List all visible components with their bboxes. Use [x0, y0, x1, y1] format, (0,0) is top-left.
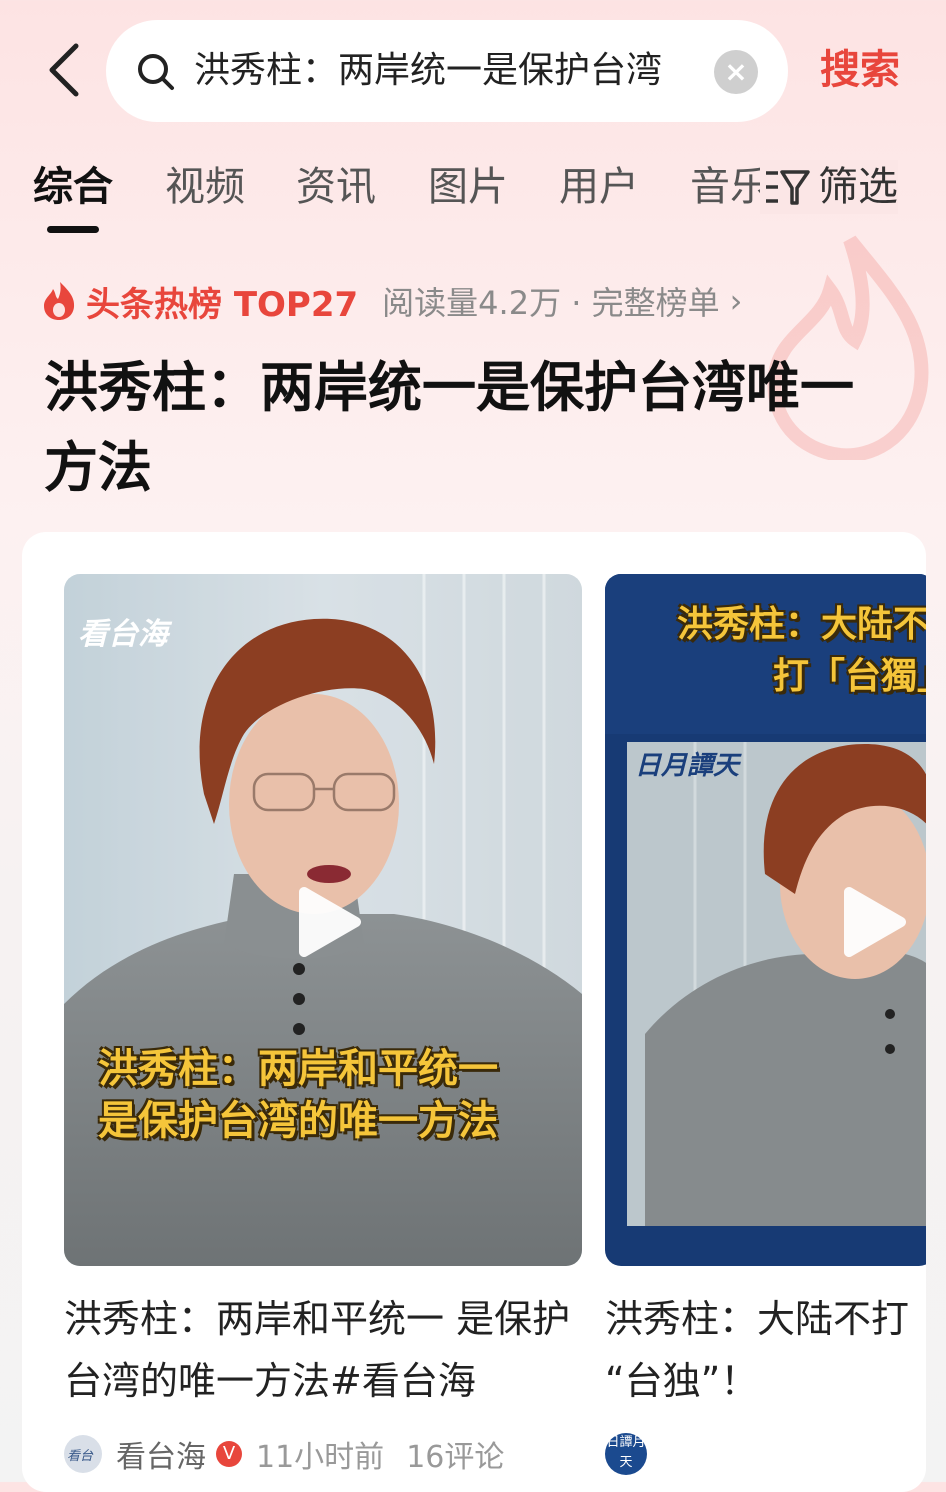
topic-headline[interactable]: 洪秀柱：两岸统一是保护台湾唯一方法 — [44, 348, 894, 508]
video-title-2[interactable]: 洪秀柱：大陆不打 “台独”！ — [605, 1288, 926, 1412]
video-overlay-line1: 洪秀柱：两岸和平统一 — [98, 1046, 498, 1092]
publish-time: 11小时前 — [256, 1440, 385, 1475]
flame-icon — [44, 282, 75, 320]
video-title-1[interactable]: 洪秀柱：两岸和平统一 是保护台湾的唯一方法#看台海 — [64, 1288, 584, 1412]
tab-music[interactable]: 音乐 — [690, 160, 770, 214]
hot-rank-row[interactable]: 头条热榜 TOP27 阅读量4.2万 · 完整榜单 › — [42, 278, 743, 325]
video-card: 看台海 洪秀柱：两岸和平统一 是保护台湾的唯一方法 日月譚天 洪秀柱：大陆不 打… — [22, 532, 926, 1492]
video-thumbnail-1[interactable]: 看台海 洪秀柱：两岸和平统一 是保护台湾的唯一方法 — [64, 574, 582, 1266]
filter-button[interactable]: 筛选 — [760, 160, 898, 214]
video-title-2-line2: “台独”！ — [605, 1359, 759, 1403]
channel-logo-text: 看台海 — [78, 617, 173, 652]
filter-label: 筛选 — [818, 164, 898, 210]
hot-rank-meta: 阅读量4.2万 · 完整榜单 — [382, 284, 720, 322]
video-meta-1: 看台 看台海 V 11小时前 16评论 — [64, 1432, 526, 1476]
play-icon[interactable] — [286, 882, 366, 962]
avatar[interactable]: 日譚月天 — [605, 1433, 647, 1475]
tab-all[interactable]: 综合 — [33, 160, 113, 214]
search-button[interactable]: 搜索 — [820, 44, 900, 96]
search-input[interactable]: 洪秀柱：两岸统一是保护台湾 — [194, 46, 694, 96]
clear-icon[interactable]: × — [714, 50, 758, 94]
svg-text:看台: 看台 — [67, 1449, 94, 1464]
play-icon[interactable] — [831, 882, 911, 962]
comment-count: 16评论 — [406, 1440, 505, 1475]
search-bar[interactable]: 洪秀柱：两岸统一是保护台湾 × — [106, 20, 788, 122]
hot-rank-title: 头条热榜 TOP27 — [86, 284, 359, 325]
back-button[interactable] — [40, 40, 90, 100]
search-icon — [138, 54, 174, 90]
filter-icon — [766, 170, 810, 205]
video-meta-2: 日譚月天 — [605, 1432, 647, 1476]
video2-overlay-line2: 打「台獨」 — [773, 656, 926, 697]
channel-logo-text-2: 日月譚天 — [635, 751, 742, 781]
chevron-right-icon: › — [729, 282, 743, 320]
video2-overlay-line1: 洪秀柱：大陆不 — [677, 604, 926, 645]
tab-active-indicator — [47, 226, 99, 233]
video-title-2-line1: 洪秀柱：大陆不打 — [605, 1297, 910, 1341]
tab-video[interactable]: 视频 — [165, 160, 245, 214]
video-thumbnail-2[interactable]: 日月譚天 洪秀柱：大陆不 打「台獨」 — [605, 574, 926, 1266]
verified-icon: V — [216, 1441, 242, 1467]
tab-users[interactable]: 用户 — [559, 160, 639, 214]
chevron-left-icon — [49, 43, 79, 97]
video-overlay-line2: 是保护台湾的唯一方法 — [98, 1098, 498, 1144]
source-name[interactable]: 看台海 — [116, 1432, 206, 1476]
tab-images[interactable]: 图片 — [428, 160, 508, 214]
tab-news[interactable]: 资讯 — [296, 160, 376, 214]
avatar[interactable]: 看台 — [64, 1435, 102, 1473]
